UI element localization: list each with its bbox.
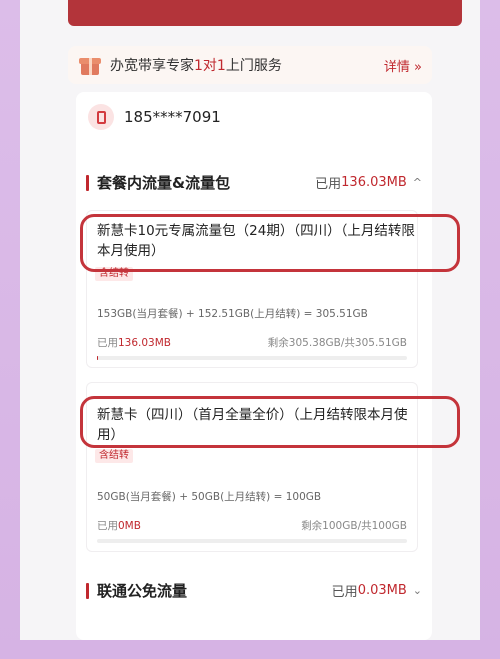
section-package-data[interactable]: 套餐内流量&流量包 已用 136.03MB ^ [86,172,422,193]
used-value: 0.03MB [357,583,407,598]
section-usage: 已用 136.03MB ^ [315,173,422,192]
section-title: 联通公免流量 [97,582,188,600]
package-formula: 50GB(当月套餐) + 50GB(上月结转) = 100GB [97,491,322,503]
used-value: 136.03MB [118,337,172,349]
chevron-up-icon[interactable]: ^ [413,176,422,189]
section-usage: 已用 0.03MB ⌄ [332,581,422,600]
phone-screen: 办宽带享专家1对1上门服务 详情 » 185****7091 套餐内流量&流量包… [20,0,480,640]
used-label: 已用 [97,337,118,349]
usage-progress-bar [97,356,407,360]
broadband-promo-banner[interactable]: 办宽带享专家1对1上门服务 详情 » [68,46,432,84]
used-label: 已用 [331,585,358,600]
package-title: 新慧卡10元专属流量包（24期）（四川）（上月结转限本月使用） [97,223,415,259]
details-link[interactable]: 详情 » [384,56,422,75]
account-row: 185****7091 [88,104,221,130]
package-remaining: 剩余305.38GB/共305.51GB [267,337,407,349]
used-label: 已用 [97,520,118,532]
section-marker [86,174,89,191]
usage-progress-bar [97,539,407,543]
package-title: 新慧卡（四川）（首月全量全价）（上月结转限本月使用） [97,407,408,443]
gift-icon [78,53,102,77]
usage-card: 185****7091 套餐内流量&流量包 已用 136.03MB ^ 新慧卡10… [76,92,432,640]
promo-text-part2: 上门服务 [225,58,282,74]
section-marker [86,582,89,599]
package-used: 已用136.03MB [97,335,171,350]
package-used: 已用0MB [97,518,141,533]
package-formula: 153GB(当月套餐) + 152.51GB(上月结转) = 305.51GB [97,308,368,320]
package-remaining: 剩余100GB/共100GB [301,520,407,532]
package-item-2: 新慧卡（四川）（首月全量全价）（上月结转限本月使用） 含结转 50GB(当月套餐… [86,382,418,552]
used-label: 已用 [315,177,342,192]
package-item-1: 新慧卡10元专属流量包（24期）（四川）（上月结转限本月使用） 含结转 153G… [86,210,418,368]
header-red-strip [68,0,462,26]
phone-number: 185****7091 [124,108,221,126]
promo-text-part1: 办宽带享专家 [110,58,194,74]
promo-text-highlight: 1对1 [194,58,226,74]
used-value: 0MB [118,520,141,532]
used-value: 136.03MB [341,175,407,190]
carryover-badge: 含结转 [95,449,133,463]
carryover-badge: 含结转 [95,267,133,281]
chevron-down-icon[interactable]: ⌄ [413,584,422,597]
section-free-data[interactable]: 联通公免流量 已用 0.03MB ⌄ [86,580,422,601]
promo-text: 办宽带享专家1对1上门服务 [110,55,282,75]
section-title: 套餐内流量&流量包 [97,174,231,192]
sim-card-icon [88,104,114,130]
